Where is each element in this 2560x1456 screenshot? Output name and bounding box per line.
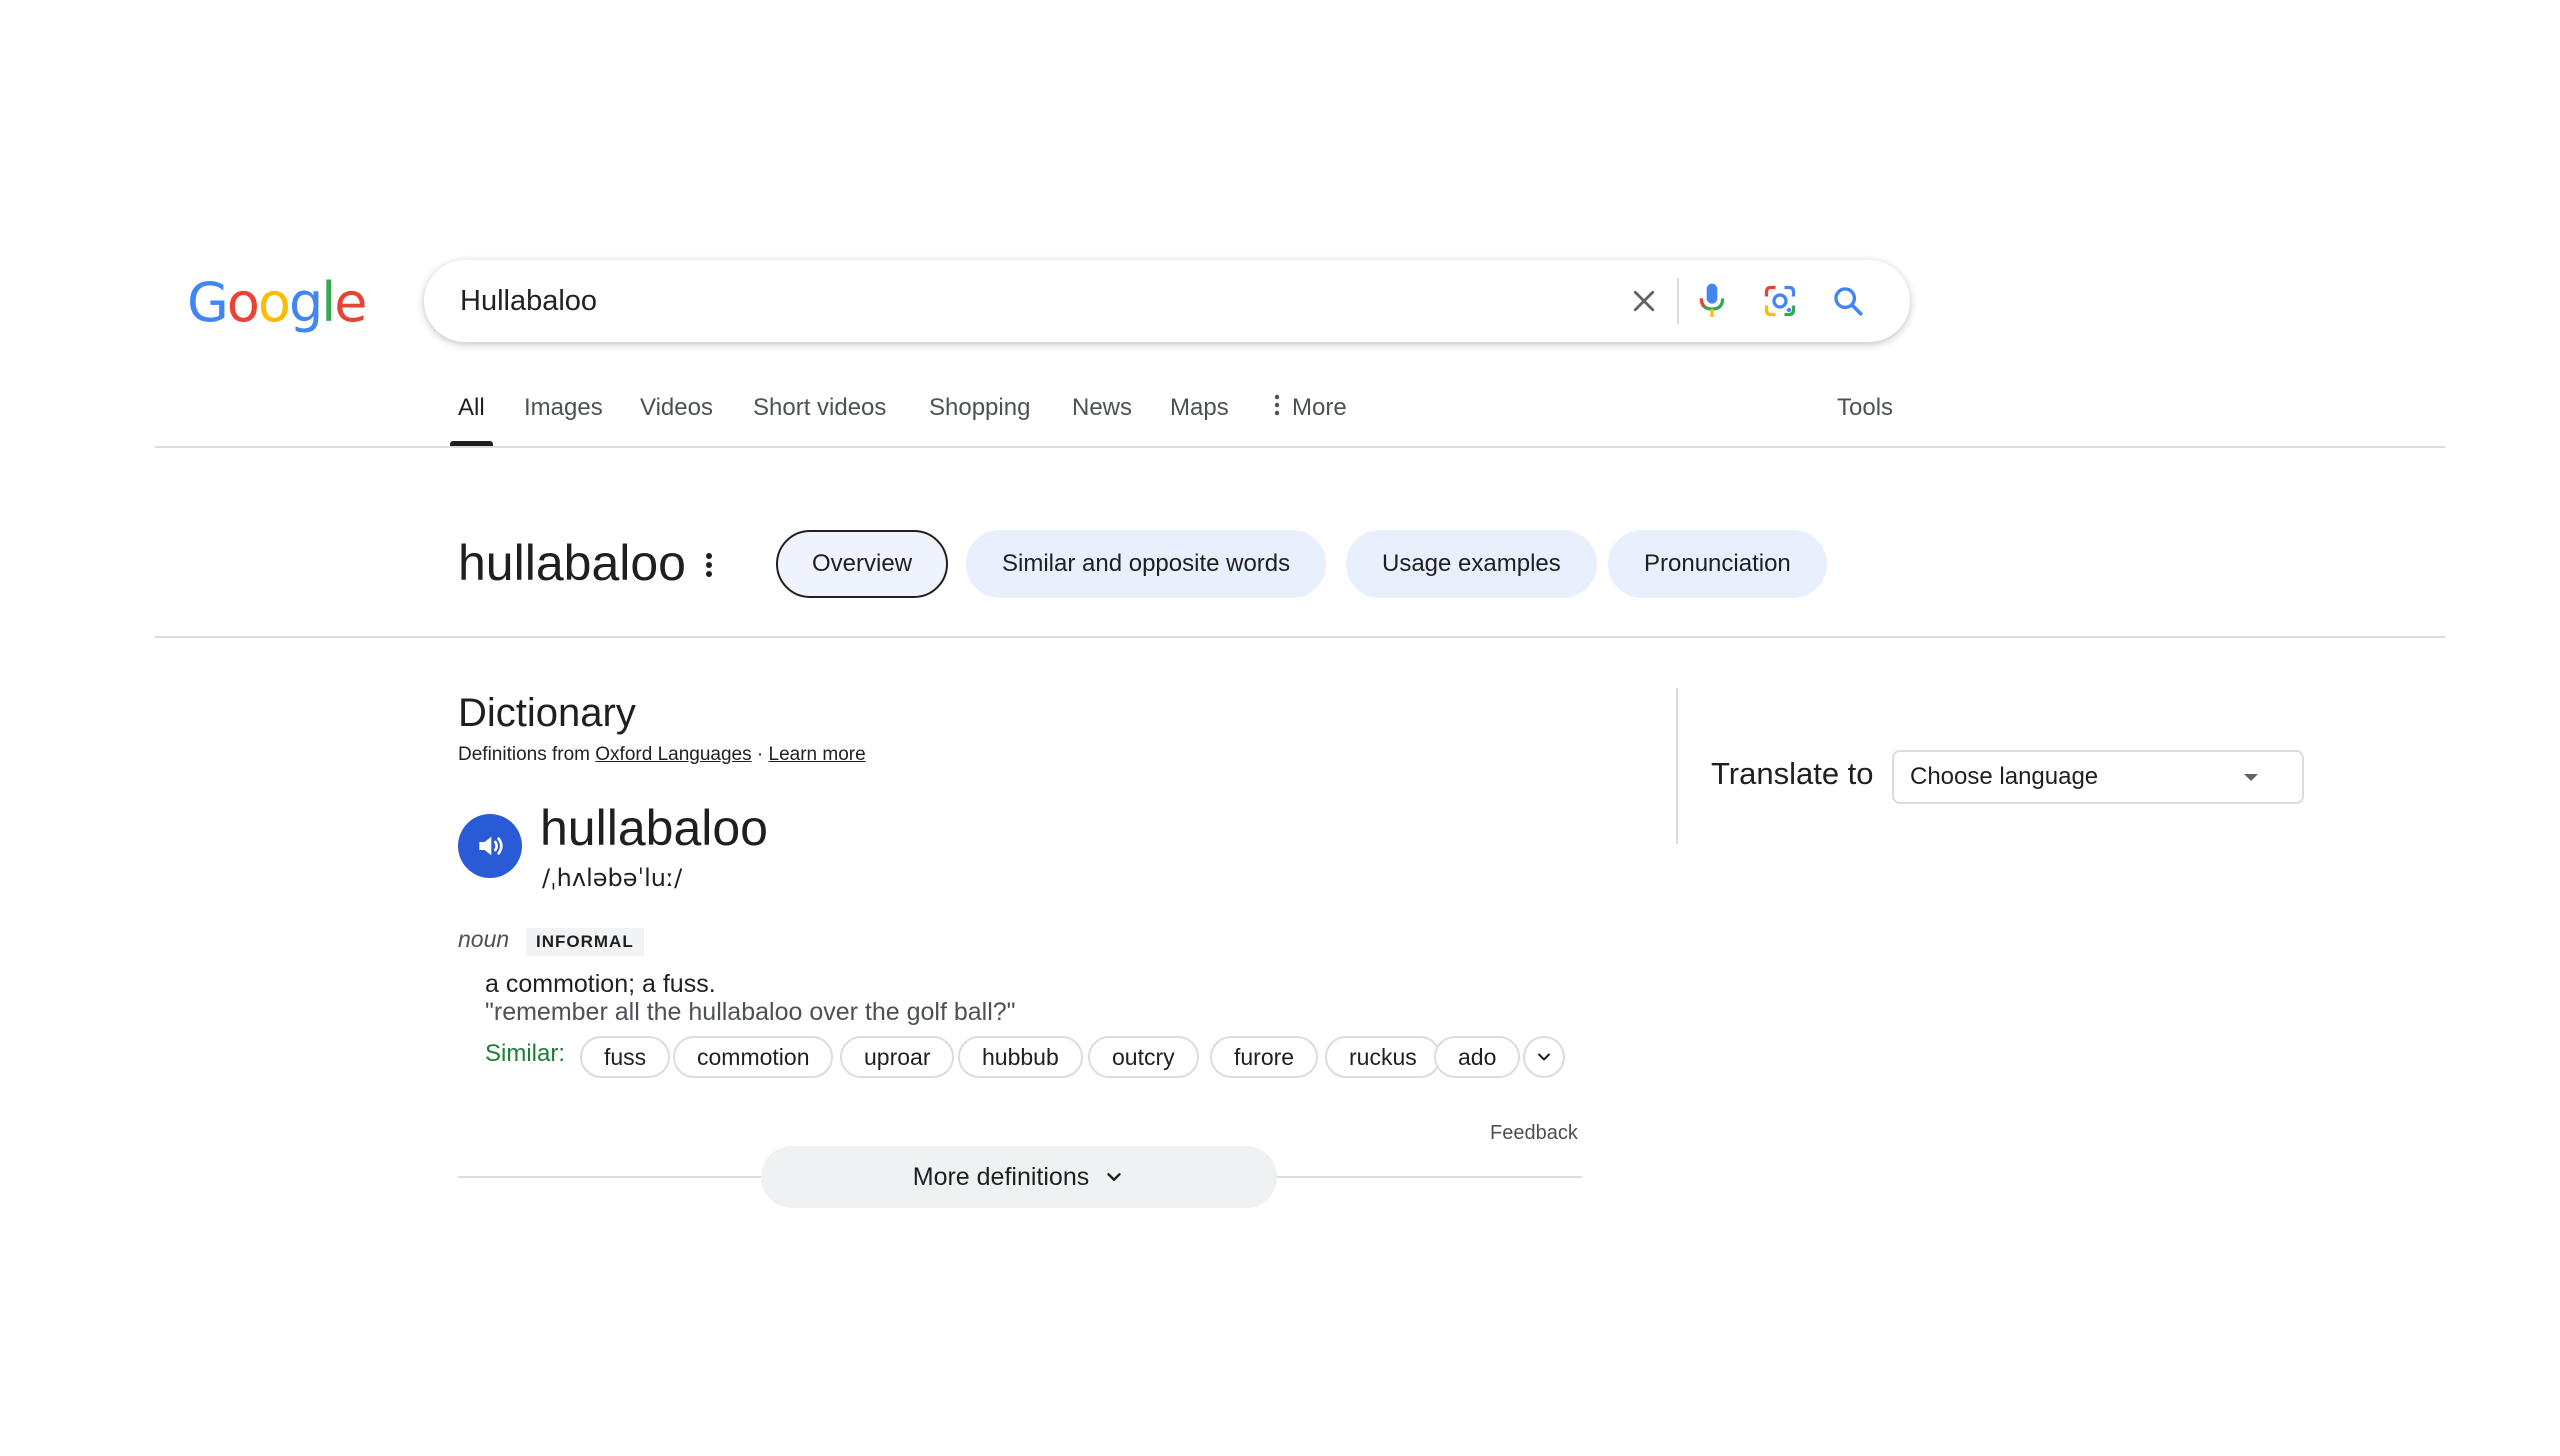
oxford-languages-link[interactable]: Oxford Languages <box>595 744 751 765</box>
learn-more-link[interactable]: Learn more <box>769 744 866 765</box>
search-divider <box>1677 278 1679 324</box>
tab-maps[interactable]: Maps <box>1170 380 1229 446</box>
panel-divider <box>1676 688 1678 844</box>
similar-chip[interactable]: ruckus <box>1325 1036 1441 1078</box>
more-definitions-button[interactable]: More definitions <box>761 1146 1277 1208</box>
logo-letter: G <box>187 271 229 334</box>
pill-usage-examples[interactable]: Usage examples <box>1346 530 1597 598</box>
tab-shopping[interactable]: Shopping <box>929 380 1030 446</box>
source-separator: · <box>756 744 764 765</box>
more-options-icon[interactable] <box>702 548 716 582</box>
similar-chip[interactable]: uproar <box>840 1036 955 1078</box>
header-divider <box>155 636 2445 638</box>
tab-news[interactable]: News <box>1072 380 1132 446</box>
similar-chip[interactable]: hubbub <box>958 1036 1083 1078</box>
pill-overview[interactable]: Overview <box>776 530 949 598</box>
language-select-value: Choose language <box>1910 763 2099 790</box>
definition-text: a commotion; a fuss. <box>485 970 716 998</box>
play-pronunciation-button[interactable] <box>458 814 522 878</box>
tab-more-label: More <box>1292 394 1347 421</box>
speaker-icon <box>479 836 503 856</box>
language-select[interactable]: Choose language <box>1892 750 2304 804</box>
pill-similar-opposite[interactable]: Similar and opposite words <box>966 530 1327 598</box>
part-of-speech: noun <box>458 926 510 952</box>
more-vert-icon <box>1274 381 1284 437</box>
logo-letter: o <box>257 271 291 334</box>
dropdown-caret-icon <box>2244 774 2258 781</box>
chevron-down-icon <box>1107 1173 1121 1181</box>
camera-lens-icon[interactable] <box>1760 281 1800 321</box>
phonetic-spelling: /ˌhʌləbəˈluː/ <box>542 864 683 892</box>
tab-videos[interactable]: Videos <box>640 380 713 446</box>
microphone-icon[interactable] <box>1692 281 1732 321</box>
google-search-results-page: Google Hullabaloo All Images Videos Shor… <box>0 0 2560 1456</box>
similar-label: Similar: <box>485 1040 566 1067</box>
chevron-down-icon <box>1538 1053 1550 1061</box>
logo-letter: o <box>226 271 260 334</box>
tab-all[interactable]: All <box>450 380 493 446</box>
google-logo[interactable]: Google <box>187 268 367 338</box>
logo-letter: g <box>288 271 323 334</box>
search-icon[interactable] <box>1828 281 1868 321</box>
similar-chip[interactable]: fuss <box>580 1036 671 1078</box>
dictionary-heading: Dictionary <box>458 691 636 735</box>
pill-pronunciation[interactable]: Pronunciation <box>1608 530 1827 598</box>
similar-chip[interactable]: commotion <box>673 1036 834 1078</box>
search-box[interactable]: Hullabaloo <box>424 260 1910 342</box>
example-sentence: "remember all the hullabaloo over the go… <box>485 998 1016 1026</box>
dictionary-source: Definitions from Oxford Languages · Lear… <box>458 744 866 766</box>
tab-more[interactable]: More <box>1274 380 1347 446</box>
feedback-link[interactable]: Feedback <box>1490 1122 1578 1145</box>
more-definitions-label: More definitions <box>912 1162 1090 1191</box>
source-prefix: Definitions from <box>458 744 590 765</box>
headword: hullabaloo <box>540 800 768 856</box>
search-tabs: All Images Videos Short videos Shopping … <box>442 380 1912 446</box>
tabs-divider <box>155 446 2445 448</box>
translate-label: Translate to <box>1711 756 1874 791</box>
search-input[interactable]: Hullabaloo <box>460 260 597 342</box>
tab-short-videos[interactable]: Short videos <box>753 380 886 446</box>
register-badge: INFORMAL <box>526 928 644 956</box>
tools-button[interactable]: Tools <box>1837 380 1893 446</box>
similar-chip[interactable]: furore <box>1210 1036 1319 1078</box>
close-icon[interactable] <box>1624 281 1664 321</box>
logo-letter: e <box>334 271 367 334</box>
word-title: hullabaloo <box>458 535 686 591</box>
logo-letter: l <box>321 271 336 334</box>
expand-similar-button[interactable] <box>1523 1036 1565 1078</box>
similar-chip[interactable]: ado <box>1434 1036 1521 1078</box>
similar-chip[interactable]: outcry <box>1088 1036 1199 1078</box>
tab-images[interactable]: Images <box>524 380 603 446</box>
